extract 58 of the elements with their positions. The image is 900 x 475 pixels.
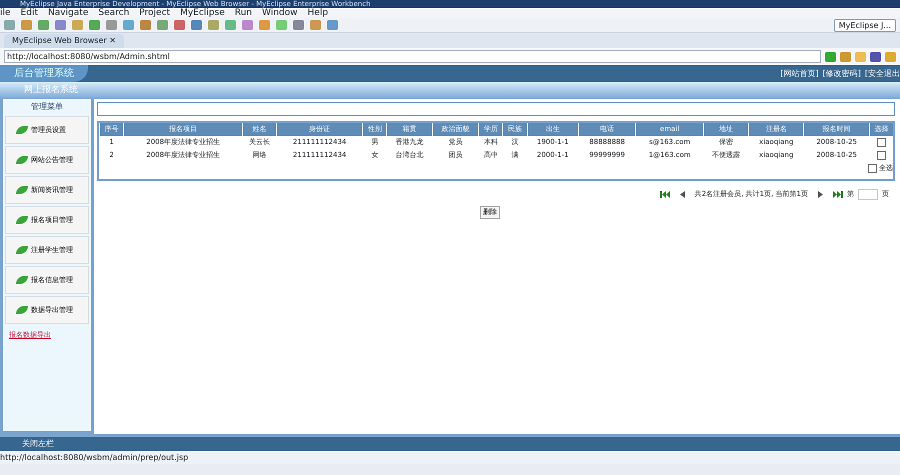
leaf-icon (16, 216, 28, 224)
toolbar-icon[interactable] (310, 20, 321, 30)
toolbar-icon[interactable] (4, 20, 15, 30)
toolbar-icon[interactable] (276, 20, 287, 30)
toolbar-icon[interactable] (225, 20, 236, 30)
close-icon[interactable]: ✕ (109, 36, 116, 45)
menu-item[interactable]: Run (234, 8, 252, 18)
toolbar-icon[interactable] (191, 20, 202, 30)
leaf-icon (16, 186, 28, 194)
row-checkbox[interactable] (876, 150, 886, 160)
toolbar-icon[interactable] (174, 20, 185, 30)
toolbar-icon[interactable] (106, 20, 117, 30)
toolbar-icon[interactable] (293, 20, 304, 30)
browser-toolbar-icon[interactable] (825, 52, 836, 62)
menu-item[interactable]: Help (308, 8, 328, 18)
header-link[interactable]: [网站首页] (780, 68, 819, 80)
menu-item[interactable]: Window (262, 8, 298, 18)
menu-item[interactable]: Search (98, 8, 130, 18)
toolbar-icon[interactable] (140, 20, 151, 30)
menu-item[interactable]: Project (139, 8, 170, 18)
toolbar-icon[interactable] (123, 20, 134, 30)
browser-toolbar-icon[interactable] (870, 52, 881, 62)
header-link[interactable]: [修改密码] (822, 68, 861, 80)
system-subtitle: 网上报名系统 (0, 82, 900, 99)
leaf-icon (16, 276, 28, 284)
toolbar-icon[interactable] (89, 20, 100, 30)
toolbar-icon[interactable] (242, 20, 253, 30)
menu-item[interactable]: Edit (20, 8, 38, 18)
row-checkbox[interactable] (876, 138, 886, 147)
perspective-button[interactable]: MyEclipse J... (834, 18, 896, 32)
sidebar-title: 管理菜单 (30, 101, 64, 113)
menu-item[interactable]: Navigate (48, 8, 88, 18)
address-field[interactable]: http://localhost:8080/wsbm/Admin.shtml (4, 50, 821, 63)
toolbar-icon[interactable] (327, 20, 338, 30)
site-logo: 后台管理系统 (0, 65, 88, 82)
toolbar-icon[interactable] (157, 20, 168, 30)
previous-page-icon[interactable] (680, 191, 685, 198)
next-page-icon[interactable] (818, 191, 823, 198)
leaf-icon (16, 246, 28, 254)
header-link[interactable]: [安全退出 (864, 68, 900, 80)
first-page-icon[interactable] (660, 191, 670, 198)
toolbar-icon[interactable] (38, 20, 49, 30)
leaf-icon (16, 306, 28, 314)
toolbar-icon[interactable] (259, 20, 270, 30)
status-bar: http://localhost:8080/wsbm/admin/prep/out.jsp (0, 451, 900, 464)
menu-item[interactable]: MyEclipse (180, 8, 225, 18)
toolbar-icon[interactable] (21, 20, 32, 30)
editor-tab[interactable]: MyEclipse Web Browser ✕ (4, 34, 124, 48)
last-page-icon[interactable] (833, 191, 843, 198)
toolbar-icon[interactable] (55, 20, 66, 30)
leaf-icon (16, 156, 28, 164)
toolbar-icon[interactable] (72, 20, 83, 30)
menu-item[interactable]: ile (0, 8, 11, 18)
select-all-checkbox[interactable] (868, 164, 877, 173)
toolbar-icon[interactable] (208, 20, 219, 30)
close-sidebar-link[interactable]: 关闭左栏 (0, 434, 900, 451)
page-input[interactable] (858, 189, 878, 200)
leaf-icon (16, 126, 28, 134)
